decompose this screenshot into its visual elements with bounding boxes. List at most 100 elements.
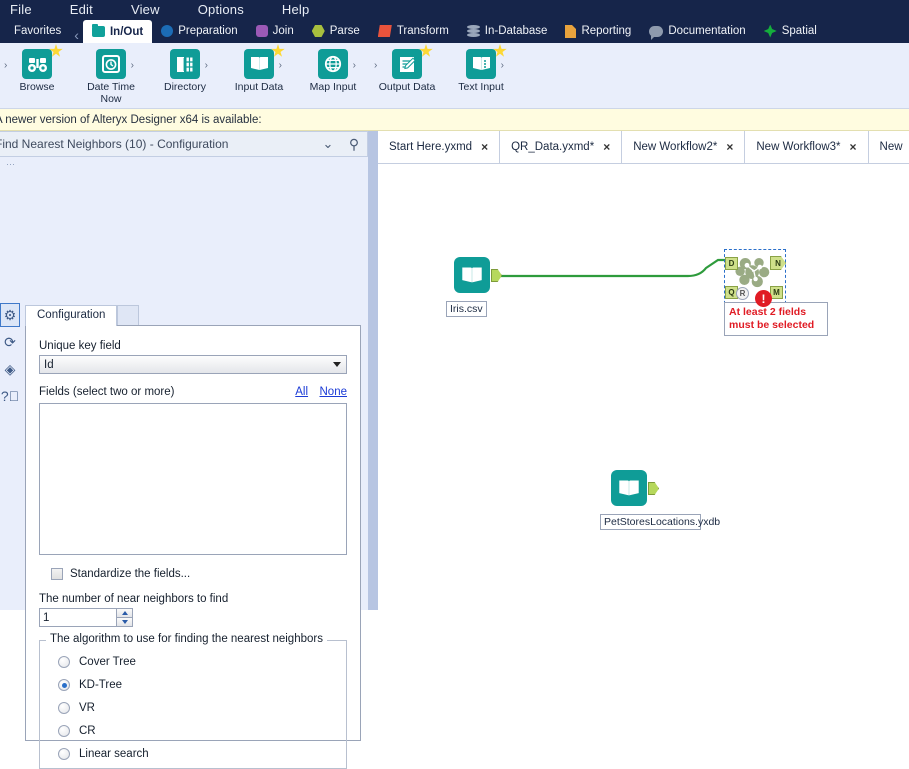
category-in-out-label: In/Out [109,25,144,38]
chevron-left-icon[interactable]: ‹ [70,27,83,43]
chevron-right-icon: › [500,60,504,71]
configuration-panel: Find Nearest Neighbors (10) - Configurat… [0,131,368,769]
tool-map-input[interactable]: › Map Input [296,47,370,93]
workflow-tab-start-here[interactable]: Start Here.yxmd × [378,131,501,163]
algorithm-legend: The algorithm to use for finding the nea… [46,633,327,645]
radio-icon[interactable] [58,725,70,737]
category-parse[interactable]: Parse [303,19,369,43]
help-icon[interactable]: ?⃝ [0,384,20,408]
category-documentation[interactable]: Documentation [640,19,754,43]
close-icon[interactable]: × [603,140,610,154]
node-input-data-iris[interactable] [454,257,490,293]
algorithm-option-kd-tree[interactable]: KD-Tree [50,679,336,691]
algorithm-option-cover-tree-label: Cover Tree [79,656,136,668]
stepper-down-button[interactable] [116,617,133,627]
parallelogram-red-icon [377,25,392,37]
tab-configuration[interactable]: Configuration [25,305,118,326]
tool-output-data[interactable]: › Output Data [370,44,444,93]
unique-key-field-select[interactable]: Id [39,355,347,374]
menu-bar: File Edit View Options Help [0,0,909,19]
tool-browse[interactable]: › Browse [0,44,74,93]
category-transform-label: Transform [396,25,449,37]
algorithm-option-vr-label: VR [79,702,95,714]
radio-icon[interactable] [58,702,70,714]
category-transform[interactable]: Transform [369,19,458,43]
menu-item-help[interactable]: Help [272,2,320,17]
node-input-data-petstores[interactable] [611,470,647,506]
chevron-right-icon: › [352,60,356,71]
radio-icon[interactable] [58,748,70,760]
algorithm-option-cr[interactable]: CR [50,725,336,737]
algorithm-option-cover-tree[interactable]: Cover Tree [50,656,336,668]
category-preparation[interactable]: Preparation [152,19,246,43]
category-spatial-label: Spatial [781,25,817,37]
category-spatial[interactable]: Spatial [755,19,826,43]
tool-palette: › Browse › Date Time Now › Directory › I… [0,43,909,109]
tool-date-time-now[interactable]: › Date Time Now [74,47,148,105]
close-icon[interactable]: × [481,140,488,154]
connection-iris-to-nearest-neighbors [496,258,728,278]
menu-item-view[interactable]: View [121,2,170,17]
pin-icon[interactable]: ⚲ [341,136,367,153]
radio-icon[interactable] [58,656,70,668]
workflow-tab-qr-data[interactable]: QR_Data.yxmd* × [500,131,623,163]
fields-label: Fields (select two or more) [39,386,175,398]
version-notice-text: A newer version of Alteryx Designer x64 … [0,113,262,126]
runner-icon[interactable]: ⟳ [0,330,20,354]
chevron-down-icon[interactable]: ⌄ [315,136,341,152]
triangle-up-icon [121,611,128,615]
chevron-right-icon: › [4,60,8,71]
unique-key-field-value: Id [44,358,54,371]
binoculars-icon [22,49,52,79]
globe-icon [318,49,348,79]
tabstrip-filler [117,305,140,326]
menu-item-file[interactable]: File [0,2,42,17]
panel-splitter[interactable] [368,131,378,610]
node-nn-input-port-d[interactable]: D [725,257,738,270]
workflow-tab-new-partial[interactable]: New [868,131,909,163]
workflow-canvas[interactable]: Iris.csv D Q R N M ! At least 2 fields m… [378,163,909,610]
radio-icon-selected[interactable] [58,679,70,691]
node-iris-caption: Iris.csv [446,301,487,317]
tool-category-ribbon: Favorites ‹ In/Out Preparation Join Pars… [0,19,909,43]
fields-select-all-link[interactable]: All [295,386,308,398]
neighbors-count-input[interactable]: 1 [39,608,116,627]
fields-listbox[interactable] [39,403,347,555]
configuration-form: Unique key field Id Fields (select two o… [25,325,361,769]
category-documentation-label: Documentation [668,25,746,37]
tag-icon[interactable]: ◈ [0,357,20,381]
workflow-tab-label: QR_Data.yxmd* [511,141,595,153]
standardize-fields-row[interactable]: Standardize the fields... [39,568,347,580]
workflow-tab-new-workflow2[interactable]: New Workflow2* × [622,131,746,163]
node-find-nearest-neighbors[interactable] [735,255,771,291]
fields-select-none-link[interactable]: None [320,386,348,398]
close-icon[interactable]: × [726,140,733,154]
neighbors-count-stepper[interactable]: 1 [39,608,133,627]
circle-blue-icon [161,25,174,37]
workflow-tab-label: New Workflow3* [756,141,841,153]
book-grid-icon [170,49,200,79]
panel-drag-handle[interactable]: ⋯ [6,159,16,170]
tool-text-input[interactable]: › Text Input [444,44,518,93]
category-reporting[interactable]: Reporting [556,19,640,43]
algorithm-option-linear-search[interactable]: Linear search [50,748,336,760]
stepper-up-button[interactable] [116,608,133,617]
tool-directory[interactable]: › Directory [148,47,222,93]
category-favorites[interactable]: Favorites [0,19,70,43]
configuration-rail: ⚙ ⟳ ◈ ?⃝ [0,303,20,413]
algorithm-option-vr[interactable]: VR [50,702,336,714]
node-nn-input-port-r[interactable]: R [736,287,749,300]
tool-input-data[interactable]: › Input Data [222,44,296,93]
gear-icon[interactable]: ⚙ [0,303,20,327]
workflow-tab-new-workflow3[interactable]: New Workflow3* × [745,131,869,163]
category-in-out[interactable]: In/Out [82,20,153,43]
tool-text-input-label: Text Input [458,81,504,93]
close-icon[interactable]: × [850,140,857,154]
category-in-database[interactable]: In-Database [458,19,557,43]
menu-item-edit[interactable]: Edit [60,2,103,17]
configuration-tabstrip: Configuration [25,305,140,326]
category-join[interactable]: Join [247,19,303,43]
node-nn-error-badge[interactable]: ! [755,290,772,307]
menu-item-options[interactable]: Options [188,2,254,17]
standardize-fields-checkbox[interactable] [51,568,63,580]
